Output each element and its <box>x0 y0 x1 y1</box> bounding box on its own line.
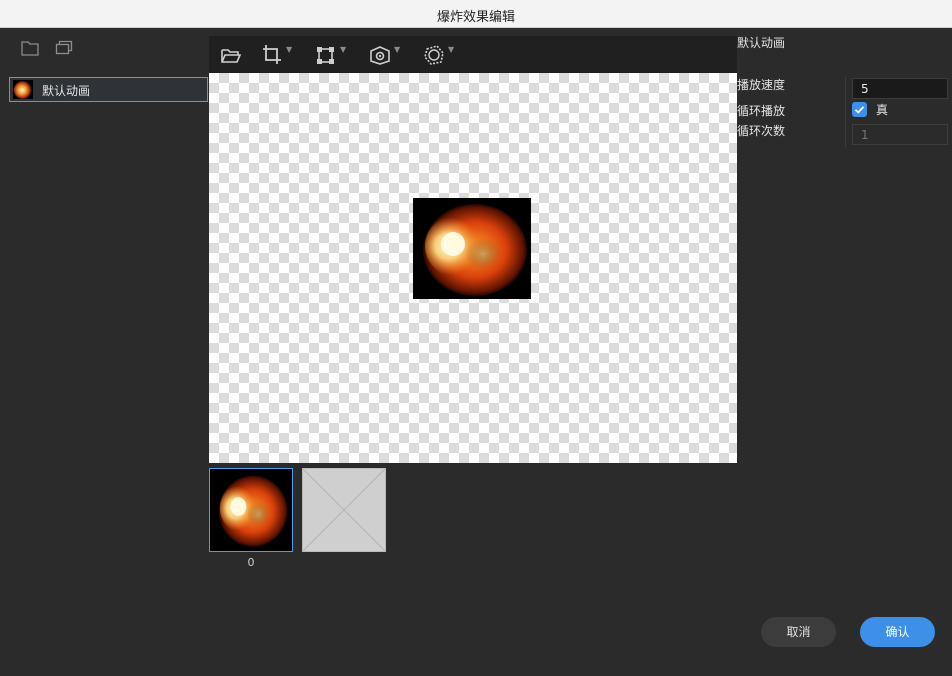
animation-thumbnail <box>13 80 33 99</box>
collision-dropdown-icon[interactable]: ▼ <box>448 45 454 54</box>
speed-label: 播放速度 <box>737 78 786 92</box>
open-folder-icon[interactable] <box>220 43 242 67</box>
loop-label: 循环播放 <box>737 104 786 118</box>
speed-input[interactable] <box>852 78 948 99</box>
animation-list-item[interactable]: 默认动画 <box>9 77 208 102</box>
explosion-sprite-image <box>413 198 531 299</box>
effect-editor-dialog: 默认动画 ▼ ▼ ▼ ▼ 0 默认动画 播放速度 5 循环播放 真 循环次数 1… <box>0 28 952 676</box>
animation-label: 默认动画 <box>42 84 91 98</box>
sprite-canvas[interactable] <box>209 73 737 463</box>
properties-title: 默认动画 <box>737 36 786 50</box>
crop-dropdown-icon[interactable]: ▼ <box>286 45 292 54</box>
confirm-button[interactable]: 确认 <box>860 617 935 647</box>
frame-index-label: 0 <box>247 556 255 569</box>
folder-icon[interactable] <box>21 40 39 56</box>
window-title: 爆炸效果编辑 <box>436 10 515 25</box>
transform-icon[interactable] <box>315 43 337 67</box>
properties-divider <box>845 76 846 148</box>
transform-dropdown-icon[interactable]: ▼ <box>340 45 346 54</box>
pivot-dropdown-icon[interactable]: ▼ <box>394 45 400 54</box>
title-bar: 爆炸效果编辑 <box>0 0 952 28</box>
properties-panel: 默认动画 播放速度 循环播放 真 循环次数 <box>737 28 952 676</box>
collision-shape-icon[interactable] <box>423 43 445 67</box>
cancel-button[interactable]: 取消 <box>761 617 836 647</box>
copy-icon[interactable] <box>55 40 73 56</box>
loop-checkbox[interactable] <box>852 102 867 117</box>
editor-toolbar: ▼ ▼ ▼ ▼ <box>209 36 737 73</box>
animation-list-panel: 默认动画 <box>0 28 209 676</box>
frame-thumbnail[interactable] <box>209 468 293 552</box>
add-frame-placeholder[interactable] <box>302 468 386 552</box>
pivot-icon[interactable] <box>369 43 391 67</box>
loop-value-label: 真 <box>876 103 889 117</box>
loop-count-input[interactable] <box>852 124 948 145</box>
crop-icon[interactable] <box>261 43 283 67</box>
loop-count-label: 循环次数 <box>737 124 786 138</box>
